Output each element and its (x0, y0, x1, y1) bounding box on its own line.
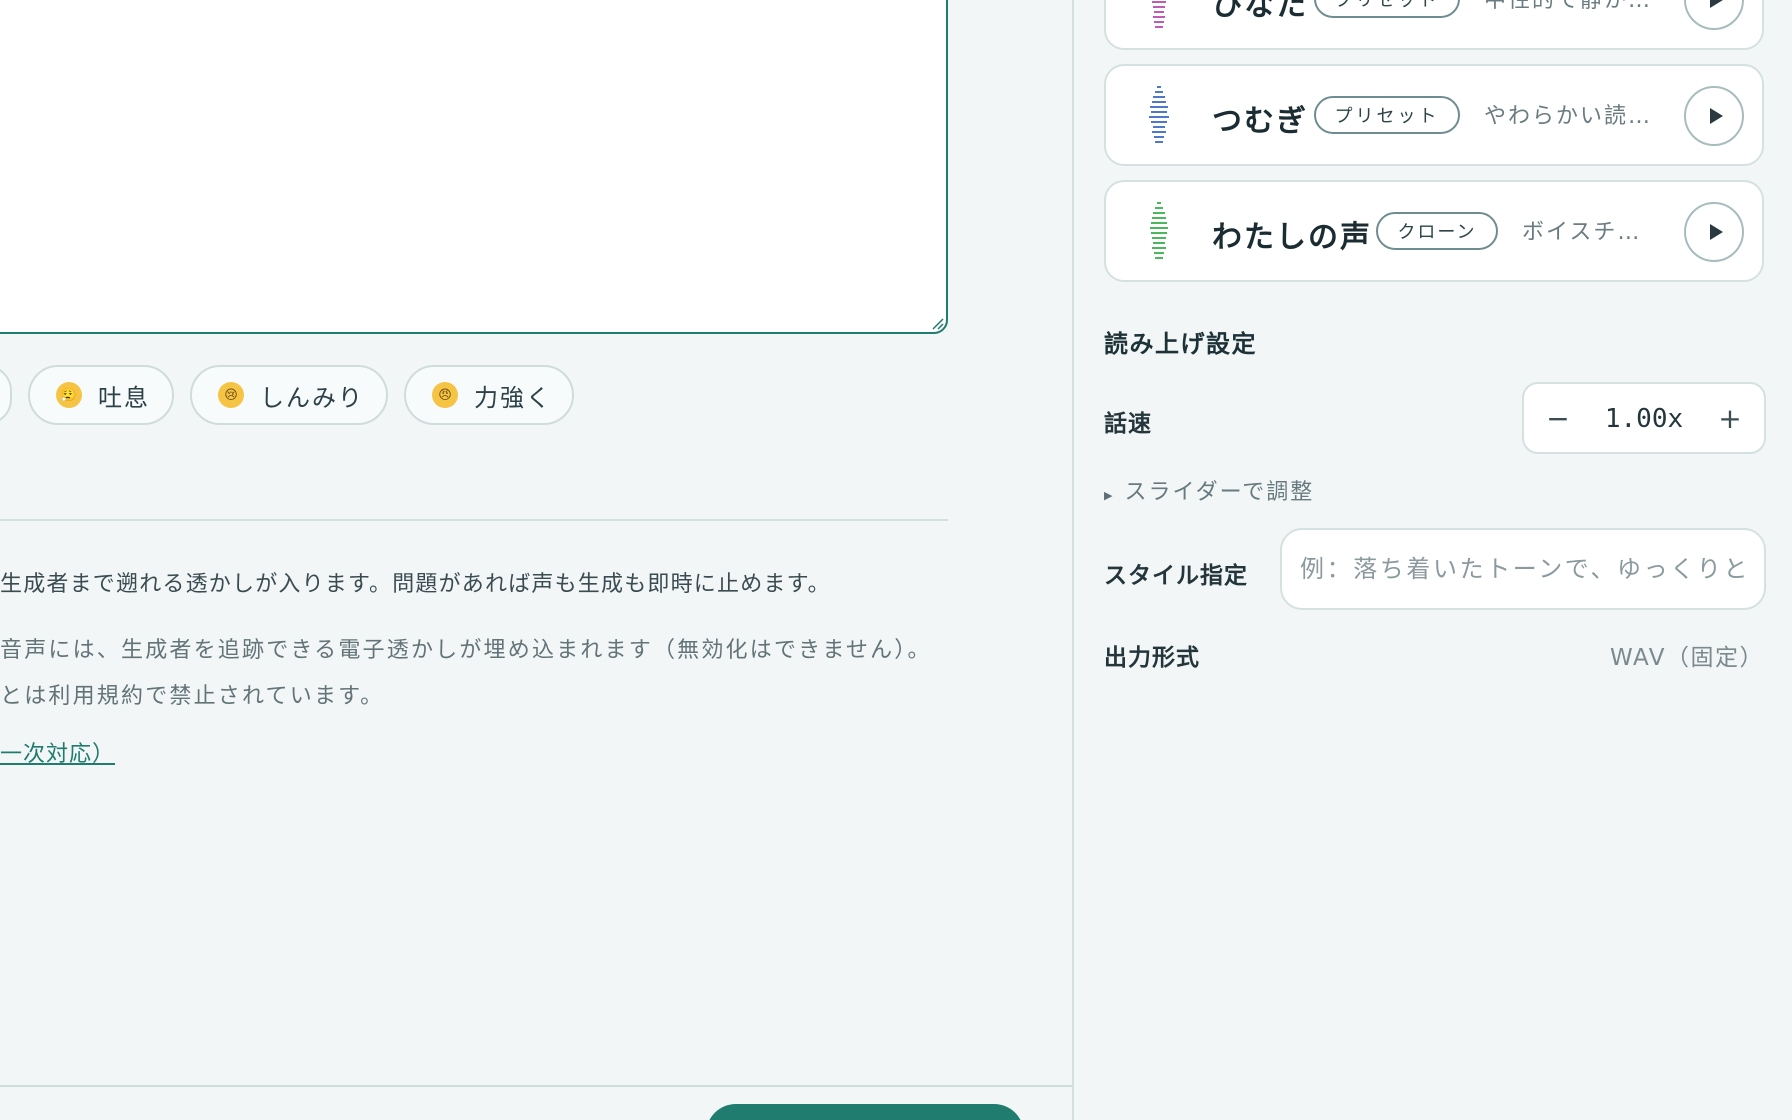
watermark-detail-line: とは利用規約で禁止されています。 (0, 684, 385, 709)
play-button[interactable] (1684, 202, 1744, 262)
resize-grip-icon[interactable] (930, 316, 944, 330)
voice-avatar-icon (1150, 202, 1168, 259)
speed-label: 話速 (1104, 411, 1152, 437)
footer-divider (0, 1085, 1072, 1087)
emotion-chip-strong[interactable]: 😠 力強く (404, 365, 574, 425)
speed-decrease-button[interactable]: − (1534, 394, 1582, 442)
emotion-chip-partial[interactable] (0, 365, 12, 425)
format-label: 出力形式 (1104, 645, 1200, 671)
chip-label: 吐息 (98, 383, 150, 412)
voice-name: つむぎ (1212, 104, 1308, 139)
play-button[interactable] (1684, 0, 1744, 30)
play-icon (1709, 108, 1723, 124)
crying-face-icon: 😢 (218, 382, 244, 408)
voice-avatar-icon (1149, 86, 1169, 143)
voice-type-badge: プリセット (1314, 96, 1460, 134)
speed-stepper: − 1.00x + (1522, 382, 1766, 454)
voice-card-tsumugi[interactable]: つむぎ プリセット やわらかい読… (1104, 64, 1764, 166)
caret-right-icon: ▶ (1104, 489, 1115, 502)
slider-disclosure-label: スライダーで調整 (1124, 480, 1315, 505)
style-label: スタイル指定 (1104, 563, 1248, 589)
voice-description: ボイスチ… (1522, 220, 1642, 245)
section-divider (0, 519, 948, 521)
settings-sidebar: ひなた プリセット 中性的で静か… つむぎ プリセット やわらかい読… わたしの… (1072, 0, 1792, 1120)
watermark-detail-line: 音声には、生成者を追跡できる電子透かしが埋め込まれます（無効化はできません）。 (0, 638, 932, 663)
main-panel: 😮‍💨 吐息 😢 しんみり 😠 力強く 生成者まで遡れる透かしが入ります。問題が… (0, 0, 1072, 1120)
chip-label: しんみり (260, 383, 364, 412)
voice-card-hinata[interactable]: ひなた プリセット 中性的で静か… (1104, 0, 1764, 50)
voice-name: わたしの声 (1212, 220, 1372, 255)
style-input[interactable] (1280, 528, 1766, 610)
format-value: WAV（固定） (1610, 645, 1764, 671)
voice-type-badge: プリセット (1314, 0, 1460, 18)
sigh-face-icon: 😮‍💨 (56, 382, 82, 408)
slider-disclosure[interactable]: ▶ スライダーで調整 (1104, 474, 1314, 506)
emotion-chip-sad[interactable]: 😢 しんみり (190, 365, 388, 425)
voice-name: ひなた (1212, 0, 1308, 23)
reading-settings-title: 読み上げ設定 (1104, 330, 1257, 358)
voice-description: 中性的で静か… (1484, 0, 1653, 13)
chip-label: 力強く (474, 383, 552, 412)
script-textarea[interactable] (0, 0, 948, 334)
play-icon (1709, 224, 1723, 240)
watermark-detail: 音声には、生成者を追跡できる電子透かしが埋め込まれます（無効化はできません）。 … (0, 628, 932, 720)
play-icon (1709, 0, 1723, 8)
speed-value: 1.00x (1604, 404, 1684, 434)
speed-increase-button[interactable]: + (1706, 394, 1754, 442)
voice-type-badge: クローン (1376, 212, 1498, 250)
play-button[interactable] (1684, 86, 1744, 146)
voice-avatar-icon (1152, 1, 1166, 28)
voice-card-my-voice[interactable]: わたしの声 クローン ボイスチ… (1104, 180, 1764, 282)
voice-description: やわらかい読… (1484, 104, 1653, 129)
first-response-link[interactable]: 一次対応） (0, 736, 115, 768)
watermark-notice: 生成者まで遡れる透かしが入ります。問題があれば声も生成も即時に止めます。 (0, 572, 831, 597)
emotion-chip-breath[interactable]: 😮‍💨 吐息 (28, 365, 174, 425)
generate-button[interactable] (706, 1104, 1024, 1120)
angry-face-icon: 😠 (432, 382, 458, 408)
